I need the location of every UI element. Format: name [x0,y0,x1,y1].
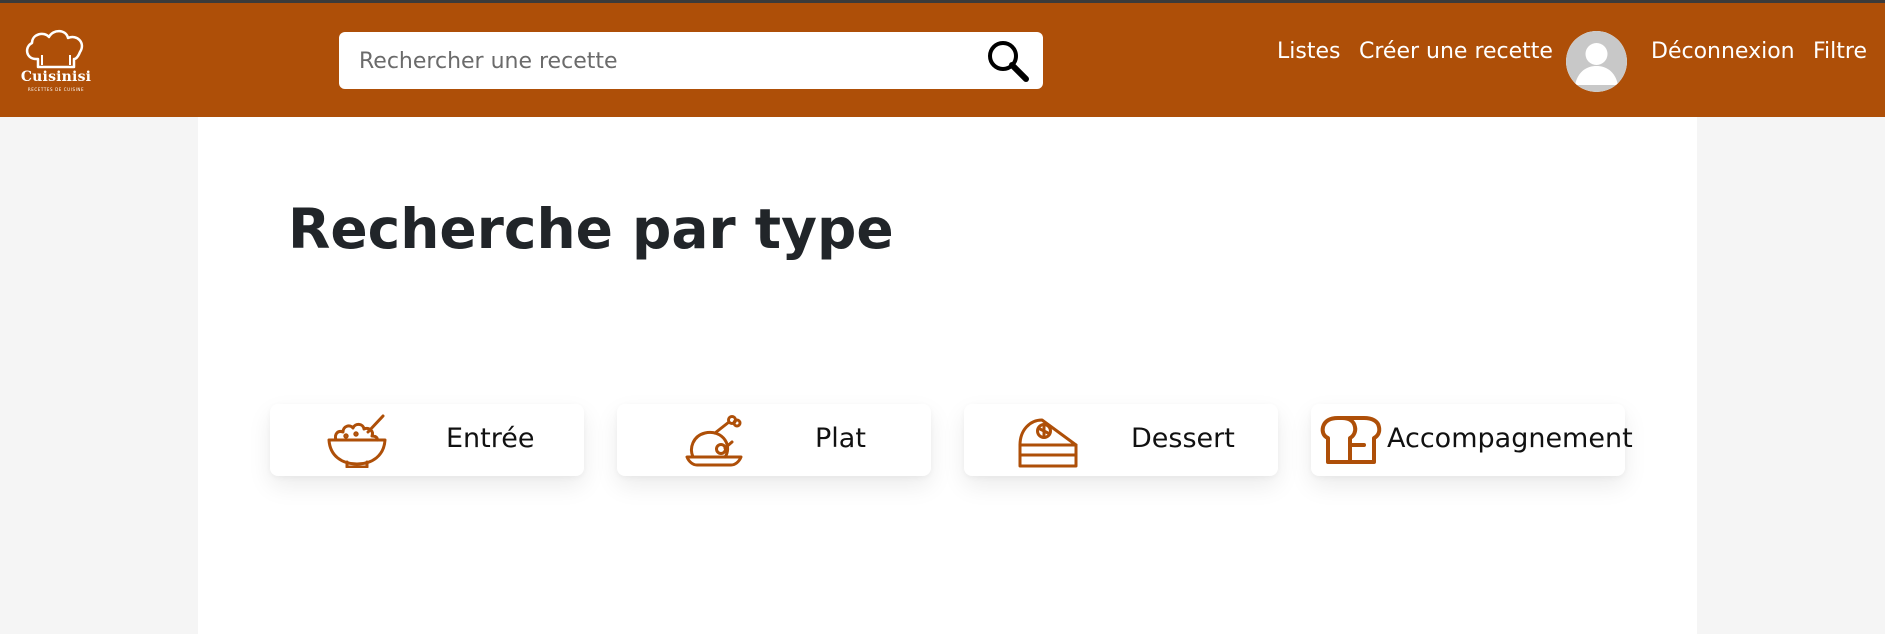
category-label: Dessert [1131,423,1235,454]
nav-create-recipe-link[interactable]: Créer une recette [1359,37,1553,67]
search-icon [988,41,1029,82]
navbar: Cuisinisi RECETTES DE CUISINE Listes Cré… [0,3,1885,117]
category-card-entree[interactable]: Entrée [270,404,584,476]
page-title: Recherche par type [288,197,894,261]
chef-hat-icon [25,29,84,69]
roast-chicken-icon [683,412,745,468]
category-card-plat[interactable]: Plat [617,404,931,476]
nav-listes-link[interactable]: Listes [1277,37,1340,67]
brand-logo[interactable]: Cuisinisi RECETTES DE CUISINE [20,29,92,99]
category-label: Accompagnement [1387,423,1633,454]
category-card-dessert[interactable]: Dessert [964,404,1278,476]
category-label: Entrée [446,423,535,454]
user-avatar-icon [1566,31,1627,92]
salad-bowl-icon [326,412,388,469]
nav-logout-link[interactable]: Déconnexion [1651,37,1795,67]
search-bar [339,32,1043,89]
category-card-accompagnement[interactable]: Accompagnement [1311,404,1633,476]
main-content: Recherche par type Entrée Plat Dessert A… [198,117,1697,634]
search-input[interactable] [357,40,961,82]
logo-tagline: RECETTES DE CUISINE [27,87,85,92]
search-button[interactable] [984,37,1032,85]
category-list: Entrée Plat Dessert Accompagnement [270,404,1633,476]
cake-slice-icon [1016,412,1078,468]
category-label: Plat [815,423,866,454]
avatar[interactable] [1566,31,1627,92]
logo-text: Cuisinisi [20,69,92,85]
bread-icon [1320,412,1382,468]
nav-filter-link[interactable]: Filtre [1813,37,1867,67]
